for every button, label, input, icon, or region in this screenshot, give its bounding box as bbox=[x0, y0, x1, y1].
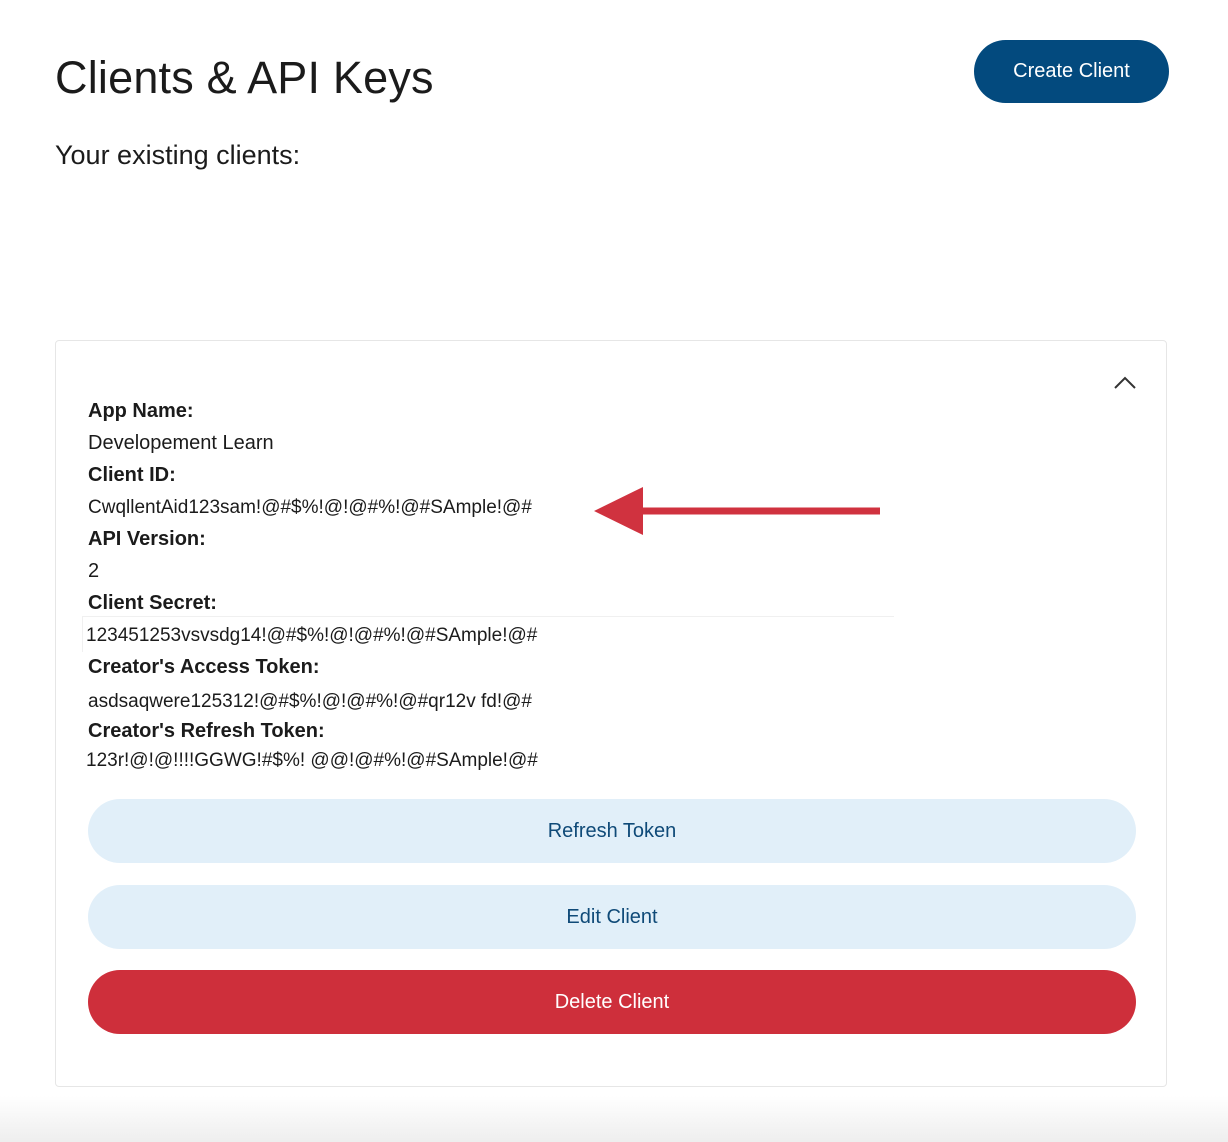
access-token-value: asdsaqwere125312!@#$%!@!@#%!@#qr12v fd!@… bbox=[88, 691, 532, 712]
refresh-token-button[interactable]: Refresh Token bbox=[88, 799, 1136, 863]
client-secret-value: 123451253vsvsdg14!@#$%!@!@#%!@#SAmple!@# bbox=[86, 625, 538, 646]
api-version-label: API Version: bbox=[88, 528, 206, 550]
secret-field-edge bbox=[82, 616, 83, 652]
chevron-up-icon[interactable] bbox=[1112, 372, 1138, 394]
existing-clients-heading: Your existing clients: bbox=[55, 140, 301, 170]
client-id-value: CwqllentAid123sam!@#$%!@!@#%!@#SAmple!@# bbox=[88, 497, 532, 518]
api-version-value: 2 bbox=[88, 560, 100, 582]
delete-client-button[interactable]: Delete Client bbox=[88, 970, 1136, 1034]
app-name-label: App Name: bbox=[88, 400, 194, 422]
create-client-button[interactable]: Create Client bbox=[974, 40, 1169, 103]
edit-client-button[interactable]: Edit Client bbox=[88, 885, 1136, 949]
bottom-fade bbox=[0, 1096, 1228, 1142]
annotation-arrow-icon bbox=[590, 485, 885, 537]
refresh-token-value: 123r!@!@!!!!GGWG!#$%! @@!@#%!@#SAmple!@# bbox=[86, 750, 538, 771]
client-secret-label: Client Secret: bbox=[88, 592, 217, 614]
access-token-label: Creator's Access Token: bbox=[88, 656, 320, 678]
page-title: Clients & API Keys bbox=[55, 52, 434, 103]
secret-field-border bbox=[82, 616, 894, 617]
refresh-token-label: Creator's Refresh Token: bbox=[88, 720, 325, 742]
client-id-label: Client ID: bbox=[88, 464, 176, 486]
app-name-value: Developement Learn bbox=[88, 432, 274, 454]
